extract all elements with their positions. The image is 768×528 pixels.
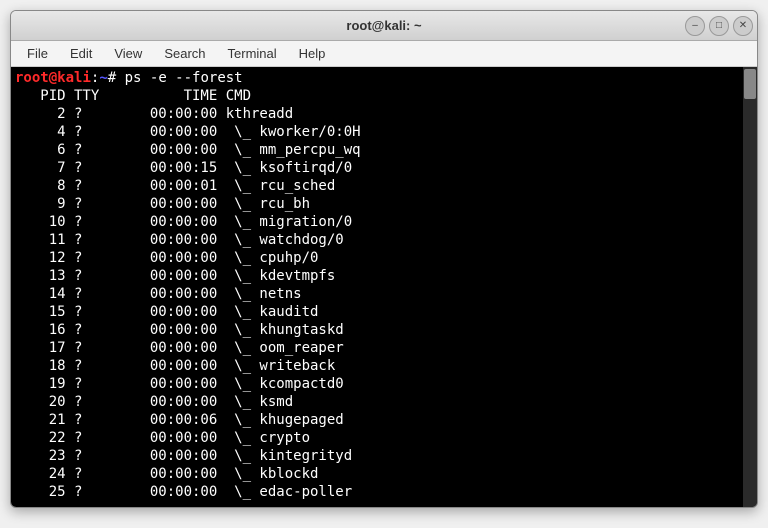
menu-terminal[interactable]: Terminal [218, 43, 287, 64]
command-text: ps -e --forest [125, 70, 243, 86]
prompt-user: root [15, 70, 49, 86]
terminal-output[interactable]: root@kali:~# ps -e --forest PID TTY TIME… [11, 67, 757, 507]
process-rows: 2 ? 00:00:00 kthreadd 4 ? 00:00:00 \_ kw… [15, 106, 361, 500]
menu-search[interactable]: Search [154, 43, 215, 64]
scrollbar[interactable] [743, 67, 757, 507]
prompt-at: @ [49, 70, 57, 86]
menu-file[interactable]: File [17, 43, 58, 64]
menu-edit[interactable]: Edit [60, 43, 102, 64]
menu-help[interactable]: Help [289, 43, 336, 64]
scroll-thumb[interactable] [744, 69, 756, 99]
maximize-button[interactable]: □ [709, 16, 729, 36]
window-title: root@kali: ~ [346, 18, 421, 33]
window-controls: – □ ✕ [685, 16, 753, 36]
prompt-host: kali [57, 70, 91, 86]
ps-header: PID TTY TIME CMD [15, 88, 251, 104]
menu-view[interactable]: View [104, 43, 152, 64]
terminal-window: root@kali: ~ – □ ✕ File Edit View Search… [10, 10, 758, 508]
titlebar: root@kali: ~ – □ ✕ [11, 11, 757, 41]
close-button[interactable]: ✕ [733, 16, 753, 36]
prompt-symbol: # [108, 70, 125, 86]
menubar: File Edit View Search Terminal Help [11, 41, 757, 67]
prompt-path: ~ [99, 70, 107, 86]
minimize-button[interactable]: – [685, 16, 705, 36]
